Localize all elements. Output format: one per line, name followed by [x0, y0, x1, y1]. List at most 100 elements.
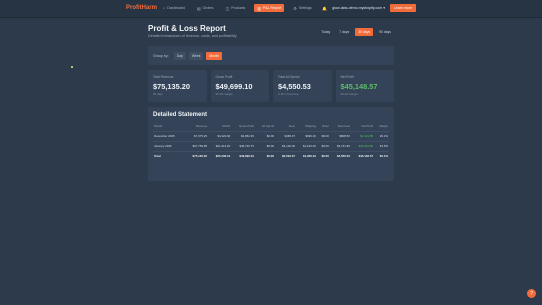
- nav-item-settings[interactable]: ⚙ Settings: [290, 4, 314, 12]
- dashboard-icon: ⌂: [163, 6, 166, 10]
- bell-icon[interactable]: 🔔: [322, 6, 327, 11]
- column-header: Revenue: [195, 123, 208, 128]
- table-cell: $3,741.95: [329, 140, 351, 151]
- column-header: Net Profit: [361, 123, 374, 128]
- help-icon[interactable]: ?: [527, 289, 536, 298]
- group-by-label: Group by:: [153, 53, 169, 58]
- table-cell: December 2025: [153, 130, 185, 141]
- column-header: Other: [321, 123, 329, 128]
- table-row: December 2025 $7,375.25 $4,422.90 $2,952.35…: [153, 130, 389, 141]
- table-cell: $4,422.90: [208, 130, 232, 141]
- table-cell: $46,746.75: [231, 140, 255, 151]
- table-cell: 29.1%: [374, 130, 389, 141]
- column-header: Gross Profit: [239, 123, 254, 128]
- table-cell: $21,013.20: [208, 140, 232, 151]
- kpi-subtext: 66.1% margin: [215, 92, 233, 96]
- table-cell: $2,594.37: [274, 150, 296, 161]
- learn-more-button[interactable]: Learn more: [390, 4, 416, 12]
- range-button-30-days[interactable]: 30 days: [355, 28, 374, 36]
- nav-item-label: Orders: [202, 6, 214, 10]
- top-navigation-bar: ProfitHarm ⌂ Dashboard ▤ Orders ◫ Products ▥ P&…: [0, 0, 542, 18]
- table-cell: $0.00: [316, 130, 330, 141]
- nav-item-products[interactable]: ◫ Products: [222, 4, 248, 12]
- table-cell: $43,004.80: [350, 140, 375, 151]
- table-cell: $49,699.10: [231, 150, 255, 161]
- nav-item-p-l-report[interactable]: ▥ P&L Report: [254, 4, 285, 12]
- statement-table: Period Revenue COGS Gross Profit Ad Spend Fee…: [153, 121, 389, 161]
- group-by-month[interactable]: Month: [206, 51, 222, 60]
- table-cell: $67,759.95: [184, 140, 209, 151]
- range-button-7-days[interactable]: 7 days: [336, 28, 352, 36]
- table-cell: $1,956.16: [295, 150, 317, 161]
- table-cell: $45,148.57: [350, 150, 375, 161]
- statement-title: Detailed Statement: [153, 112, 208, 118]
- table-cell: $468.37: [274, 130, 296, 141]
- table-header-row: Period Revenue COGS Gross Profit Ad Spend Fee…: [153, 121, 389, 131]
- table-cell: $75,135.20: [184, 150, 209, 161]
- mouse-cursor: [71, 66, 73, 68]
- kpi-subtext: 60.1% margin: [340, 92, 358, 96]
- kpi-label: Gross Profit: [215, 75, 233, 79]
- nav-item-label: Products: [231, 6, 246, 10]
- table-cell: $25,436.10: [208, 150, 232, 161]
- table-cell: $0.00: [316, 150, 330, 161]
- table-cell: $2,143.85: [350, 130, 375, 141]
- nav-item-label: P&L Report: [262, 6, 282, 10]
- kpi-subtext: 6.1% of revenue: [278, 92, 299, 96]
- settings-icon: ⚙: [293, 6, 297, 11]
- group-by-bar: Group by: Day Week Month: [148, 46, 394, 65]
- products-icon: ◫: [225, 6, 230, 11]
- kpi-cards: Total Revenue $75,135.20 30 days Gross Prof…: [148, 70, 394, 102]
- table-cell: $4,550.53: [329, 150, 351, 161]
- table-cell: $2,126.00: [274, 140, 296, 151]
- app-logo[interactable]: ProfitHarm: [126, 5, 157, 11]
- table-cell: Total: [153, 150, 185, 161]
- kpi-label: Net Profit: [340, 75, 354, 79]
- p-l-report-icon: ▥: [257, 6, 261, 11]
- column-header: Margin: [379, 123, 388, 128]
- group-by-day[interactable]: Day: [173, 51, 186, 60]
- column-header: Shipping: [305, 123, 316, 128]
- table-cell: January 2026: [153, 140, 185, 151]
- orders-icon: ▤: [196, 6, 201, 11]
- date-range-selector: Today 7 days 30 days 90 days: [318, 28, 394, 36]
- table-cell: $390.16: [295, 130, 317, 141]
- table-cell: $0.00: [254, 140, 275, 151]
- nav-item-orders[interactable]: ▤ Orders: [194, 4, 217, 12]
- kpi-value: $75,135.20: [153, 82, 190, 91]
- kpi-value: $49,699.10: [215, 82, 253, 91]
- total-row: Total $75,135.20 $25,436.10 $49,699.10 $0.00…: [153, 150, 389, 161]
- table-cell: $0.00: [254, 130, 275, 141]
- kpi-subtext: 30 days: [153, 92, 163, 96]
- range-button-today[interactable]: Today: [318, 28, 333, 36]
- range-button-90-days[interactable]: 90 days: [376, 28, 394, 36]
- kpi-card: Net Profit $45,148.57 60.1% margin: [335, 70, 394, 102]
- kpi-card: Total Ad Spend $4,550.53 6.1% of revenue: [273, 70, 332, 102]
- column-header: Total Cost: [337, 123, 350, 128]
- column-header: Ad Spend: [261, 123, 274, 128]
- group-by-week[interactable]: Week: [188, 51, 204, 60]
- main-content: Profit & Loss Report Detailed breakdown …: [148, 24, 394, 181]
- kpi-card: Total Revenue $75,135.20 30 days: [148, 70, 207, 102]
- kpi-value: $4,550.53: [278, 82, 311, 91]
- header-actions: 🔔 glow-labs-demo.myshopify.com ▾ Learn m…: [322, 4, 416, 12]
- column-header: COGS: [221, 123, 231, 128]
- table-cell: $1,616.20: [295, 140, 317, 151]
- kpi-value: $45,148.57: [340, 82, 378, 91]
- table-cell: 63.5%: [374, 140, 389, 151]
- column-header: Period: [154, 123, 163, 128]
- table-cell: $7,375.25: [184, 130, 209, 141]
- kpi-label: Total Ad Spend: [278, 75, 300, 79]
- detailed-statement-card: Detailed Statement Period Revenue COGS Gros…: [148, 107, 394, 181]
- column-header: Fees: [288, 123, 295, 128]
- nav-item-label: Settings: [298, 6, 312, 10]
- main-nav: ⌂ Dashboard ▤ Orders ◫ Products ▥ P&L Report ⚙ Se…: [160, 4, 315, 12]
- table-row: January 2026 $67,759.95 $21,013.20 $46,746.…: [153, 140, 389, 151]
- table-cell: $808.50: [329, 130, 351, 141]
- store-selector[interactable]: glow-labs-demo.myshopify.com ▾: [332, 6, 385, 10]
- table-body: December 2025 $7,375.25 $4,422.90 $2,952.35…: [153, 130, 389, 161]
- table-cell: 60.1%: [374, 150, 389, 161]
- nav-item-dashboard[interactable]: ⌂ Dashboard: [160, 4, 188, 12]
- table-cell: $0.00: [254, 150, 275, 161]
- kpi-card: Gross Profit $49,699.10 66.1% margin: [210, 70, 269, 102]
